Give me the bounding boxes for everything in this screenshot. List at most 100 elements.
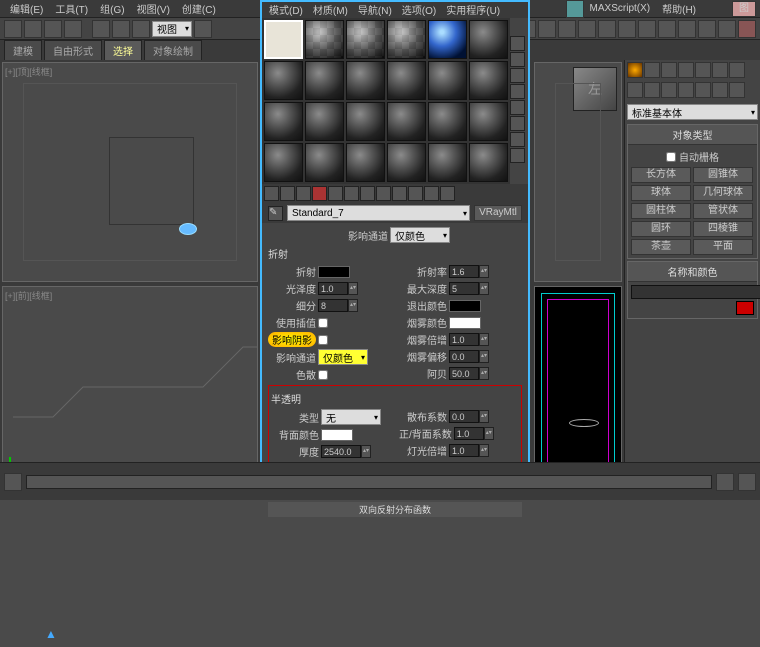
object-color-swatch[interactable] [736, 301, 754, 315]
viewport-left[interactable]: 左 [534, 62, 622, 282]
mat-slot-17[interactable] [428, 102, 467, 141]
systems-icon[interactable] [729, 82, 745, 98]
backlight-icon[interactable] [510, 52, 525, 67]
mat-slot-8[interactable] [305, 61, 344, 100]
fogcolor-swatch[interactable] [449, 317, 481, 329]
tube-button[interactable]: 管状体 [693, 203, 753, 219]
glossy-spinner[interactable] [318, 282, 348, 295]
layer-icon[interactable] [618, 20, 636, 38]
abbe-spinner[interactable] [449, 367, 479, 380]
plane-button[interactable]: 平面 [693, 239, 753, 255]
select-icon[interactable] [4, 20, 22, 38]
fogbias-spinner[interactable] [449, 350, 479, 363]
background-icon[interactable] [510, 68, 525, 83]
object-name-input[interactable] [631, 285, 760, 299]
show-map-icon[interactable] [392, 186, 407, 201]
thickness-spinner[interactable] [321, 445, 361, 458]
unlink-icon[interactable] [44, 20, 62, 38]
extra-button[interactable]: 图 [732, 1, 756, 17]
video-check-icon[interactable] [510, 100, 525, 115]
scale-icon[interactable] [132, 20, 150, 38]
viewport-top[interactable]: [+][顶][线框] [2, 62, 258, 282]
sphere-button[interactable]: 球体 [631, 185, 691, 201]
mat-slot-12[interactable] [469, 61, 508, 100]
spacewarps-icon[interactable] [712, 82, 728, 98]
geometry-icon[interactable] [627, 82, 643, 98]
mat-slot-20[interactable] [305, 143, 344, 182]
modify-tab-icon[interactable] [644, 62, 660, 78]
make-unique-icon[interactable] [344, 186, 359, 201]
render-frame-icon[interactable] [718, 20, 736, 38]
menu-create[interactable]: 创建(C) [176, 1, 222, 16]
timeconfig-icon[interactable] [4, 473, 22, 491]
mat-slot-24[interactable] [469, 143, 508, 182]
align-icon[interactable] [598, 20, 616, 38]
mat-menu-util[interactable]: 实用程序(U) [441, 2, 505, 18]
mat-slot-11[interactable] [428, 61, 467, 100]
mat-slot-4[interactable] [387, 20, 426, 59]
tab-objectpaint[interactable]: 对象绘制 [144, 40, 202, 61]
shapes-icon[interactable] [644, 82, 660, 98]
lamp-object[interactable] [45, 627, 55, 647]
ior-spinner[interactable] [449, 265, 479, 278]
mat-slot-14[interactable] [305, 102, 344, 141]
hammer-icon[interactable] [729, 62, 745, 78]
reset-icon[interactable] [312, 186, 327, 201]
transtype-dropdown[interactable]: 无 [321, 409, 381, 425]
make-copy-icon[interactable] [328, 186, 343, 201]
motion-tab-icon[interactable] [678, 62, 694, 78]
geosphere-button[interactable]: 几何球体 [693, 185, 753, 201]
tab-modeling[interactable]: 建模 [4, 40, 42, 61]
pyramid-button[interactable]: 四棱锥 [693, 221, 753, 237]
options-icon[interactable] [510, 132, 525, 147]
maxdepth-spinner[interactable] [449, 282, 479, 295]
spin-buttons[interactable]: ▴▾ [479, 367, 489, 380]
go-parent-icon[interactable] [424, 186, 439, 201]
spin-buttons[interactable]: ▴▾ [361, 445, 371, 458]
select-by-mat-icon[interactable] [510, 148, 525, 163]
helpers-icon[interactable] [695, 82, 711, 98]
teapot-button[interactable]: 茶壶 [631, 239, 691, 255]
assign-icon[interactable] [296, 186, 311, 201]
spin-buttons[interactable]: ▴▾ [479, 282, 489, 295]
mat-slot-23[interactable] [428, 143, 467, 182]
display-tab-icon[interactable] [695, 62, 711, 78]
tab-freeform[interactable]: 自由形式 [44, 40, 102, 61]
spin-buttons[interactable]: ▴▾ [479, 265, 489, 278]
mirror-icon[interactable] [578, 20, 596, 38]
script-icon[interactable] [566, 0, 584, 18]
put-to-scene-icon[interactable] [280, 186, 295, 201]
center-icon[interactable] [194, 20, 212, 38]
torus-button[interactable]: 圆环 [631, 221, 691, 237]
material-type-button[interactable]: VRayMtl [474, 205, 522, 221]
spin-buttons[interactable]: ▴▾ [479, 410, 489, 423]
subdiv-spinner[interactable] [318, 299, 348, 312]
fwdback-spinner[interactable] [454, 427, 484, 440]
scatter-spinner[interactable] [449, 410, 479, 423]
show-end-icon[interactable] [408, 186, 423, 201]
spin-buttons[interactable]: ▴▾ [348, 299, 358, 312]
menu-help[interactable]: 帮助(H) [656, 1, 702, 16]
preview-icon[interactable] [510, 116, 525, 131]
mat-slot-21[interactable] [346, 143, 385, 182]
viewport-front[interactable]: [+][前][线框] [2, 286, 258, 476]
mat-slot-13[interactable] [264, 102, 303, 141]
mat-slot-15[interactable] [346, 102, 385, 141]
menu-group[interactable]: 组(G) [94, 1, 130, 16]
mat-slot-16[interactable] [387, 102, 426, 141]
menu-maxscript[interactable]: MAXScript(X) [584, 3, 657, 14]
box-button[interactable]: 长方体 [631, 167, 691, 183]
time-slider[interactable] [26, 475, 712, 489]
mat-slot-19[interactable] [264, 143, 303, 182]
go-sibling-icon[interactable] [440, 186, 455, 201]
exitcolor-swatch[interactable] [449, 300, 481, 312]
mat-slot-10[interactable] [387, 61, 426, 100]
mat-slot-7[interactable] [264, 61, 303, 100]
lightmult-spinner[interactable] [449, 444, 479, 457]
sample-type-icon[interactable] [510, 36, 525, 51]
refract-color[interactable] [318, 266, 350, 278]
curve-icon[interactable] [638, 20, 656, 38]
spin-buttons[interactable]: ▴▾ [484, 427, 494, 440]
mat-slot-3[interactable] [346, 20, 385, 59]
create-tab-icon[interactable] [627, 62, 643, 78]
